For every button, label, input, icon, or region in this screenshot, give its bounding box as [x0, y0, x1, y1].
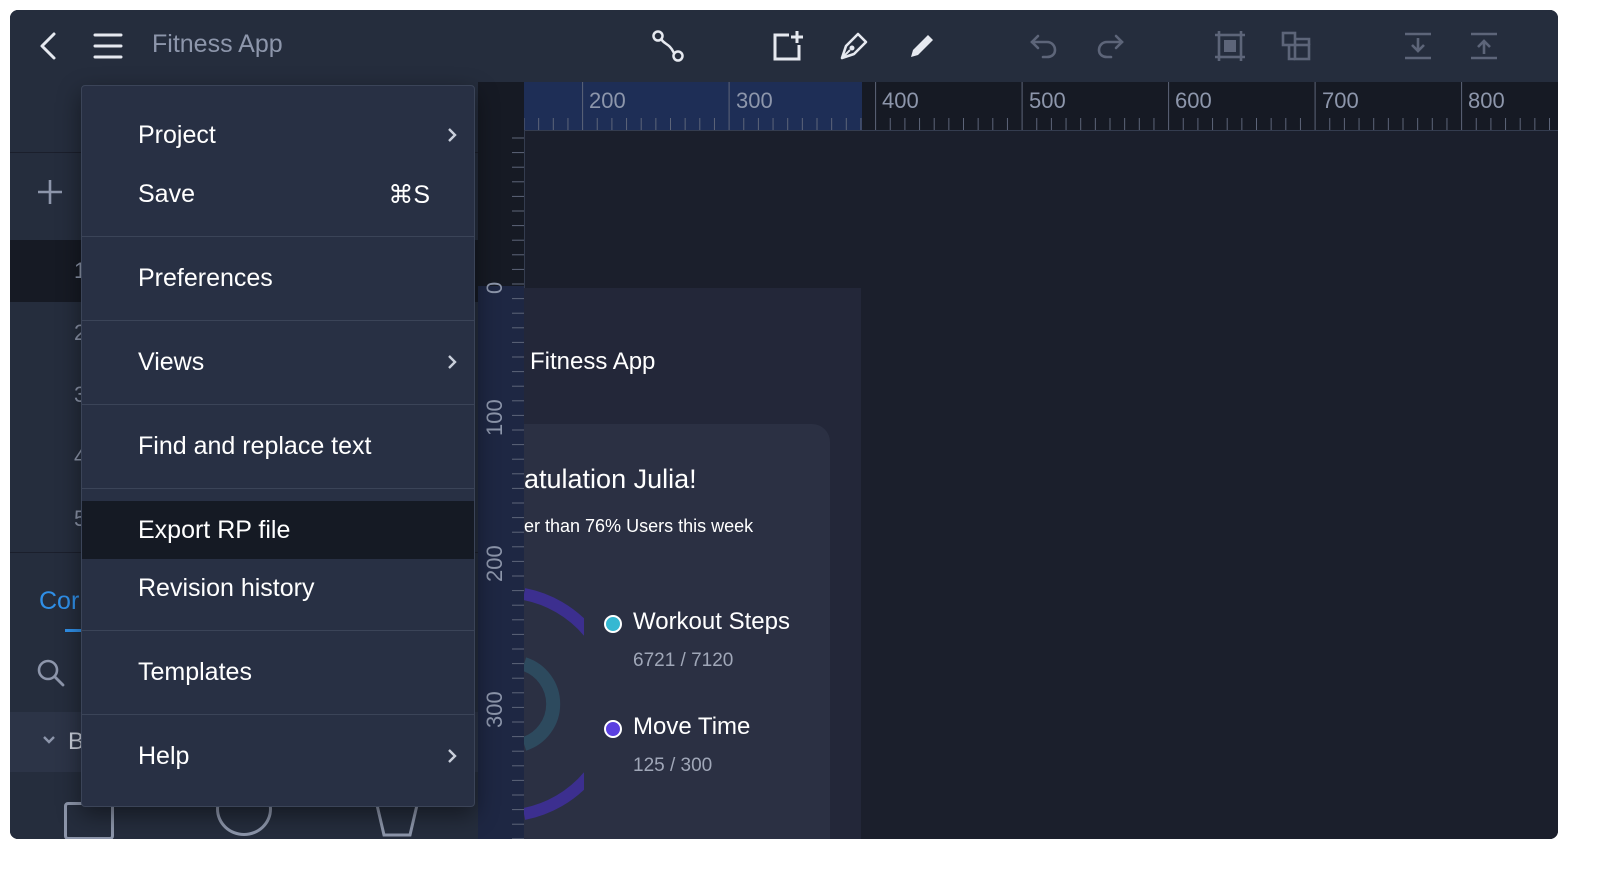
horizontal-ruler[interactable]: 200 300 400 500 600 700 800: [524, 82, 1558, 131]
menu-item-label: Help: [138, 742, 190, 770]
chevron-right-icon: [448, 749, 457, 763]
main-menu-dropdown: Project Save ⌘S Preferences Views Find a…: [81, 85, 475, 807]
ruler-label: 300: [736, 88, 773, 113]
menu-item-find-replace[interactable]: Find and replace text: [82, 417, 474, 475]
send-backward-icon[interactable]: [1400, 28, 1436, 64]
menu-item-export-rp[interactable]: Export RP file: [82, 501, 474, 559]
menu-divider: [82, 630, 474, 631]
undo-icon[interactable]: [1026, 28, 1062, 64]
vertical-ruler[interactable]: 0 100 200 300 0: [478, 130, 525, 839]
menu-divider: [82, 320, 474, 321]
legend-label: Workout Steps: [633, 608, 790, 635]
trapezoid-shape-icon[interactable]: [374, 802, 420, 839]
menu-item-label: Find and replace text: [138, 432, 372, 460]
menu-item-label: Save: [138, 180, 195, 208]
card-subtitle: er than 76% Users this week: [524, 516, 754, 536]
tab-components[interactable]: Cor: [39, 587, 79, 616]
ruler-ticks: [512, 137, 524, 839]
legend-value: 6721 / 7120: [633, 650, 734, 671]
ruler-label: 400: [882, 88, 919, 113]
card-title: atulation Julia!: [524, 464, 697, 494]
pen-tool-icon[interactable]: [836, 28, 872, 64]
chevron-down-icon: [42, 732, 56, 750]
legend-dot-workout-steps: [604, 615, 622, 633]
group-icon[interactable]: [1278, 28, 1314, 64]
menu-item-label: Export RP file: [138, 516, 291, 544]
menu-item-project[interactable]: Project: [82, 106, 474, 164]
menu-divider: [82, 404, 474, 405]
menu-item-preferences[interactable]: Preferences: [82, 249, 474, 307]
legend-dot-move-time: [604, 720, 622, 738]
ruler-label: 200: [589, 88, 626, 113]
menu-divider: [82, 488, 474, 489]
canvas-area[interactable]: 200 300 400 500 600 700 800 0 100 200 30…: [478, 82, 1558, 839]
menu-item-label: Views: [138, 348, 205, 376]
top-toolbar: Fitness App: [10, 10, 1558, 82]
ruler-corner: [478, 82, 524, 130]
frame-icon[interactable]: [1212, 28, 1248, 64]
ruler-label: 200: [482, 545, 507, 582]
legend-value: 125 / 300: [633, 755, 713, 776]
progress-ring: [524, 588, 584, 820]
add-page-icon[interactable]: [36, 178, 64, 211]
connector-icon[interactable]: [650, 28, 686, 64]
menu-item-save[interactable]: Save ⌘S: [82, 165, 474, 223]
legend-label: Move Time: [633, 713, 751, 740]
search-icon[interactable]: [36, 658, 66, 693]
menu-item-label: Preferences: [138, 264, 273, 292]
ruler-label: 800: [1468, 88, 1505, 113]
summary-card[interactable]: atulation Julia! er than 76% Users this …: [524, 424, 830, 839]
menu-divider: [82, 714, 474, 715]
chevron-right-icon: [448, 355, 457, 369]
keyboard-shortcut: ⌘S: [388, 181, 430, 209]
pencil-icon[interactable]: [904, 28, 940, 64]
ruler-label: 600: [1175, 88, 1212, 113]
menu-item-views[interactable]: Views: [82, 333, 474, 391]
menu-item-revision-history[interactable]: Revision history: [82, 559, 474, 617]
hamburger-menu-icon[interactable]: [90, 28, 126, 64]
menu-item-help[interactable]: Help: [82, 727, 474, 785]
chevron-right-icon: [448, 128, 457, 142]
ruler-label: 0: [482, 281, 507, 294]
artboard[interactable]: Fitness App atulation Julia! er than 76%…: [524, 288, 861, 839]
rectangle-shape-icon[interactable]: [64, 802, 114, 839]
menu-item-templates[interactable]: Templates: [82, 643, 474, 701]
ruler-label: 700: [1322, 88, 1359, 113]
ruler-label: 100: [482, 399, 507, 436]
artboard-header-title: Fitness App: [530, 348, 656, 375]
menu-item-label: Revision history: [138, 574, 315, 602]
add-artboard-icon[interactable]: [770, 28, 806, 64]
redo-icon[interactable]: [1092, 28, 1128, 64]
menu-divider: [82, 236, 474, 237]
app-title: Fitness App: [152, 30, 283, 58]
ruler-label: 300: [482, 691, 507, 728]
ruler-label: 500: [1029, 88, 1066, 113]
bring-forward-icon[interactable]: [1466, 28, 1502, 64]
menu-item-label: Templates: [138, 658, 252, 686]
back-icon[interactable]: [30, 28, 66, 64]
menu-item-label: Project: [138, 121, 216, 149]
app-window: Fitness App Cor B 200 300 400 500 600 70…: [10, 10, 1558, 839]
